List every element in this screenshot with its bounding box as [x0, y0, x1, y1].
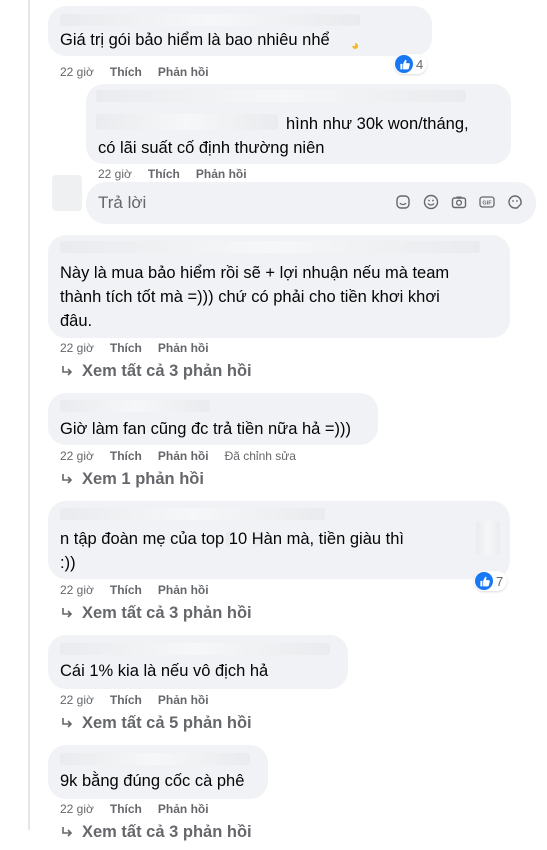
- comment-meta: 22 giờ Thích Phản hồi: [60, 341, 209, 355]
- comment-text: Giờ làm fan cũng đc trả tiền nữa hả =))): [60, 420, 352, 438]
- comment-bubble-3: Này là mua bảo hiểm rồi sẽ + lợi nhuận n…: [48, 235, 510, 338]
- view-replies-label: Xem tất cả 3 phản hồi: [82, 823, 252, 841]
- avatar: [52, 175, 82, 211]
- reply-input[interactable]: [98, 193, 378, 213]
- timestamp[interactable]: 22 giờ: [60, 341, 94, 355]
- reply-arrow-icon: [62, 607, 73, 618]
- reply-arrow-icon: [62, 473, 73, 484]
- reaction-count[interactable]: 7: [474, 571, 508, 591]
- view-replies-link[interactable]: Xem tất cả 3 phản hồi: [60, 362, 252, 381]
- reply-arrow-icon: [62, 717, 73, 728]
- view-replies-link[interactable]: Xem tất cả 5 phản hồi: [60, 714, 252, 733]
- edited-label: Đã chỉnh sửa: [224, 449, 296, 463]
- timestamp[interactable]: 22 giờ: [60, 802, 94, 816]
- comment-meta: 22 giờ Thích Phản hồi Đã chỉnh sửa: [60, 449, 296, 463]
- like-button[interactable]: Thích: [110, 802, 142, 816]
- reaction-count[interactable]: 4: [394, 54, 428, 74]
- like-button[interactable]: Thích: [110, 449, 142, 463]
- redacted-author-name: [60, 400, 210, 412]
- reply-button[interactable]: Phản hồi: [158, 583, 209, 597]
- view-replies-label: Xem tất cả 3 phản hồi: [82, 362, 252, 380]
- comment-bubble-6: Cái 1% kia là nếu vô địch hả: [48, 635, 348, 689]
- timestamp[interactable]: 22 giờ: [60, 65, 94, 79]
- reply-button[interactable]: Phản hồi: [158, 65, 209, 79]
- view-replies-link[interactable]: Xem 1 phản hồi: [60, 470, 204, 489]
- camera-icon[interactable]: [450, 193, 468, 211]
- timestamp[interactable]: 22 giờ: [60, 449, 94, 463]
- sticker-face-icon[interactable]: [506, 193, 524, 211]
- like-button[interactable]: Thích: [110, 583, 142, 597]
- redacted-author-name: [60, 241, 480, 253]
- like-reaction-icon: [395, 55, 413, 73]
- reply-button[interactable]: Phản hồi: [158, 693, 209, 707]
- comment-meta: 22 giờ Thích Phản hồi: [60, 693, 209, 707]
- comment-bubble-2: hình như 30k won/tháng, có lãi suất cố đ…: [86, 84, 511, 164]
- view-replies-label: Xem tất cả 5 phản hồi: [82, 714, 252, 732]
- like-button[interactable]: Thích: [148, 167, 180, 181]
- redacted-author-name: [60, 14, 360, 26]
- redacted-author-name: [96, 90, 466, 102]
- composer-tools: GIF: [394, 193, 524, 211]
- view-replies-link[interactable]: Xem tất cả 3 phản hồi: [60, 823, 252, 842]
- redacted-text: [476, 521, 500, 555]
- reply-arrow-icon: [62, 365, 73, 376]
- emoji-icon: ◕: [351, 37, 360, 53]
- like-button[interactable]: Thích: [110, 65, 142, 79]
- comment-text: n tập đoàn mẹ của top 10 Hàn mà, tiền gi…: [60, 530, 404, 572]
- comment-bubble-4: Giờ làm fan cũng đc trả tiền nữa hả =))): [48, 393, 378, 445]
- reaction-number: 7: [496, 573, 504, 589]
- comment-meta: 22 giờ Thích Phản hồi: [60, 802, 209, 816]
- redacted-author-name: [60, 753, 250, 765]
- redacted-author-name: [60, 508, 325, 520]
- timestamp[interactable]: 22 giờ: [98, 167, 132, 181]
- timestamp[interactable]: 22 giờ: [60, 693, 94, 707]
- comment-meta: 22 giờ Thích Phản hồi: [98, 167, 247, 181]
- reply-button[interactable]: Phản hồi: [158, 449, 209, 463]
- reply-arrow-icon: [62, 826, 73, 837]
- comment-text: Này là mua bảo hiểm rồi sẽ + lợi nhuận n…: [60, 264, 450, 330]
- like-button[interactable]: Thích: [110, 341, 142, 355]
- timestamp[interactable]: 22 giờ: [60, 583, 94, 597]
- reply-button[interactable]: Phản hồi: [196, 167, 247, 181]
- comment-meta: 22 giờ Thích Phản hồi: [60, 65, 209, 79]
- like-reaction-icon: [475, 572, 493, 590]
- view-replies-label: Xem 1 phản hồi: [82, 470, 204, 488]
- view-replies-label: Xem tất cả 3 phản hồi: [82, 604, 252, 622]
- comment-bubble-5: n tập đoàn mẹ của top 10 Hàn mà, tiền gi…: [48, 501, 510, 579]
- comment-bubble-1: Giá trị gói bảo hiểm là bao nhiêu nhể ◕: [48, 6, 432, 56]
- like-button[interactable]: Thích: [110, 693, 142, 707]
- svg-text:GIF: GIF: [482, 200, 492, 206]
- reply-button[interactable]: Phản hồi: [158, 341, 209, 355]
- redacted-author-name: [60, 643, 330, 655]
- view-replies-link[interactable]: Xem tất cả 3 phản hồi: [60, 604, 252, 623]
- comment-bubble-7: 9k bằng đúng cốc cà phê: [48, 745, 268, 799]
- gif-icon[interactable]: GIF: [478, 193, 496, 211]
- reply-button[interactable]: Phản hồi: [158, 802, 209, 816]
- reply-composer: GIF: [86, 182, 536, 224]
- comment-text: Giá trị gói bảo hiểm là bao nhiêu nhể: [60, 31, 330, 49]
- comment-text: Cái 1% kia là nếu vô địch hả: [60, 662, 269, 680]
- thread-line: [28, 0, 30, 830]
- sticker-icon[interactable]: [394, 193, 412, 211]
- emoji-picker-icon[interactable]: [422, 193, 440, 211]
- reaction-number: 4: [416, 56, 424, 72]
- comment-meta: 22 giờ Thích Phản hồi: [60, 583, 209, 597]
- comment-text: hình như 30k won/tháng, có lãi suất cố đ…: [98, 115, 469, 157]
- comment-text: 9k bằng đúng cốc cà phê: [60, 772, 245, 790]
